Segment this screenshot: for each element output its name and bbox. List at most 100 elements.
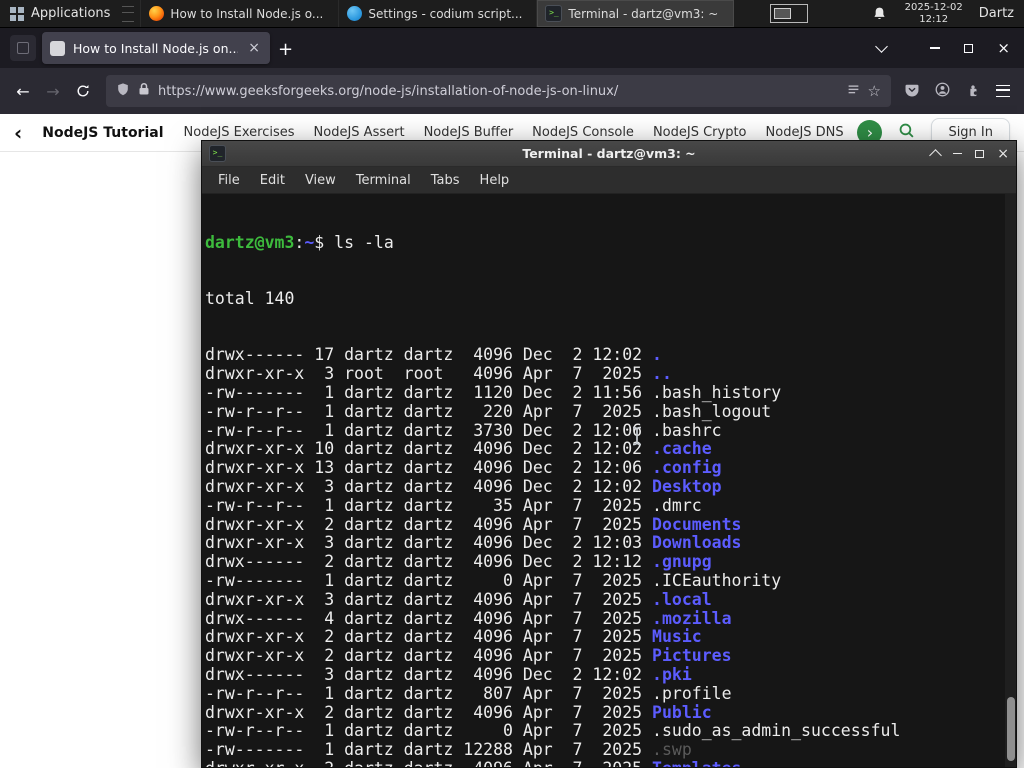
ls-row: -rw-r--r-- 1 dartz dartz 807 Apr 7 2025 … [205,683,1002,704]
ls-row: drwxr-xr-x 13 dartz dartz 4096 Dec 2 12:… [205,458,1002,478]
back-button[interactable]: ← [8,76,38,106]
window-button-icon [347,6,363,21]
new-tab-button[interactable]: + [278,41,293,59]
gfg-nav-link[interactable]: NodeJS Assert [314,125,405,140]
terminal-menu-terminal[interactable]: Terminal [346,173,421,188]
ls-row-filename: .bash_logout [652,401,772,421]
terminal-minimize-button[interactable] [953,152,963,155]
account-icon[interactable] [935,82,950,101]
reader-mode-icon[interactable] [847,83,860,100]
gfg-nav-link[interactable]: NodeJS Buffer [424,125,514,140]
ls-row-fields: drwxr-xr-x 13 dartz dartz 4096 Dec 2 12:… [205,458,653,478]
applications-label: Applications [31,6,111,21]
clock-date: 2025-12-02 [904,2,963,13]
ls-row: drwxr-xr-x 2 dartz dartz 4096 Apr 7 2025… [205,703,1002,723]
ls-row-fields: drwxr-xr-x 2 dartz dartz 4096 Apr 7 2025 [205,759,652,767]
browser-maximize-button[interactable] [964,43,974,53]
ls-row-fields: -rw-r--r-- 1 dartz dartz 807 Apr 7 2025 [205,683,653,703]
tab-close-icon[interactable]: × [246,40,262,56]
ls-row-filename: .gnupg [652,552,712,572]
terminal-title: Terminal - dartz@vm3: ~ [522,146,696,161]
ls-row: drwxr-xr-x 3 dartz dartz 4096 Dec 2 12:0… [205,533,1002,553]
terminal-scrollbar-thumb[interactable] [1006,697,1015,761]
pocket-icon[interactable] [905,82,919,101]
prompt-separator: : [294,232,305,252]
list-all-tabs-icon[interactable] [875,39,889,53]
window-button-codium[interactable]: Settings - codium script... [338,0,536,27]
ls-row: drwxr-xr-x 3 dartz dartz 4096 Apr 7 2025… [205,589,1002,610]
ls-row-filename: .. [652,364,672,384]
terminal-listing: drwx------ 17 dartz dartz 4096 Dec 2 12:… [205,345,1002,767]
tracking-shield-icon[interactable] [116,82,130,101]
gfg-nav-link[interactable]: NodeJS Console [532,125,634,140]
terminal-menu-help[interactable]: Help [470,173,520,188]
ls-row-filename: .sudo_as_admin_successful [652,721,901,741]
terminal-menu-file[interactable]: File [208,173,250,188]
terminal-menu-view[interactable]: View [295,173,346,188]
ls-row: -rw------- 1 dartz dartz 0 Apr 7 2025 .I… [205,570,1002,591]
ls-row-fields: drwxr-xr-x 2 dartz dartz 4096 Apr 7 2025 [205,627,653,647]
terminal-menu-tabs[interactable]: Tabs [421,173,470,188]
gfg-brand-link[interactable]: NodeJS Tutorial [42,125,163,141]
ls-row: drwx------ 3 dartz dartz 4096 Dec 2 12:0… [205,665,1002,685]
ls-row-fields: drwxr-xr-x 2 dartz dartz 4096 Apr 7 2025 [205,514,653,534]
window-button-firefox[interactable]: How to Install Node.js o... [140,0,338,27]
terminal-titlebar[interactable]: Terminal - dartz@vm3: ~ × [202,141,1016,167]
ls-row-filename: Templates [652,759,741,767]
forward-button[interactable]: → [38,76,68,106]
terminal-menu-edit[interactable]: Edit [250,173,295,188]
reload-button[interactable] [68,76,98,106]
gfg-links: NodeJS Exercises NodeJS Assert NodeJS Buff… [184,125,897,140]
ls-row: drwx------ 4 dartz dartz 4096 Apr 7 2025… [205,608,1002,629]
url-text[interactable]: https://www.geeksforgeeks.org/node-js/in… [158,84,839,99]
nav-scroll-left-icon[interactable]: ‹ [14,123,22,143]
terminal-scrollbar[interactable] [1005,194,1016,767]
workspace-switcher[interactable] [769,4,808,23]
gfg-nav-link[interactable]: NodeJS Crypto [653,125,747,140]
gfg-nav-link[interactable]: NodeJS Exercises [184,125,295,140]
extensions-icon[interactable] [966,82,980,101]
browser-close-button[interactable]: × [997,41,1010,56]
url-bar[interactable]: https://www.geeksforgeeks.org/node-js/in… [106,75,891,107]
window-button-terminal[interactable]: Terminal - dartz@vm3: ~ [536,0,735,27]
terminal-close-button[interactable]: × [997,147,1009,161]
panel-clock[interactable]: 2025-12-02 12:12 [905,2,963,25]
gfg-nav-link[interactable]: NodeJS DNS [766,125,844,140]
panel-window-buttons: How to Install Node.js o... Settings - c… [140,0,735,27]
terminal-app-icon [209,145,226,162]
notification-bell-icon[interactable] [872,6,887,22]
window-button-label: How to Install Node.js o... [170,6,324,21]
window-button-icon [149,6,165,21]
menu-icon[interactable] [996,85,1010,97]
terminal-maximize-button[interactable] [975,149,985,158]
ls-row-fields: drwxr-xr-x 3 dartz dartz 4096 Apr 7 2025 [205,589,653,609]
ls-row-filename: .mozilla [652,608,732,628]
ls-row-filename: .ICEauthority [652,570,782,590]
ls-row-fields: -rw------- 1 dartz dartz 1120 Dec 2 11:5… [205,382,653,402]
window-button-label: Settings - codium script... [368,6,523,21]
browser-tab-active[interactable]: How to Install Node.js on... × [42,32,270,64]
ls-row-filename: .profile [652,683,732,703]
terminal-window: Terminal - dartz@vm3: ~ × FileEditViewTe… [201,140,1017,768]
tab-bar: How to Install Node.js on... × + × [0,28,1024,68]
prompt-cwd: ~ [304,232,315,252]
ls-row-fields: -rw-r--r-- 1 dartz dartz 220 Apr 7 2025 [205,401,653,421]
browser-minimize-button[interactable] [930,47,941,49]
tab-title: How to Install Node.js on... [73,40,239,56]
bookmark-star-icon[interactable]: ☆ [868,82,881,100]
applications-menu-button[interactable]: Applications [0,0,120,27]
top-panel: Applications How to Install Node.js o...… [0,0,1024,28]
lock-icon[interactable] [138,82,150,100]
ls-row: -rw-r--r-- 1 dartz dartz 0 Apr 7 2025 .s… [205,721,1002,741]
terminal-body[interactable]: dartz@vm3:~$ ls -la total 140 drwx------… [202,194,1016,767]
firefox-view-icon[interactable] [10,35,36,61]
ls-row: drwxr-xr-x 2 dartz dartz 4096 Apr 7 2025… [205,514,1002,535]
terminal-rollup-button[interactable] [929,148,943,162]
ls-row-filename: .cache [652,439,712,459]
toolbar-right-icons [905,82,1010,101]
terminal-menubar: File Edit View Terminal Tabs Help [202,167,1016,194]
ls-row-filename: Desktop [652,476,722,496]
ls-row-filename: .dmrc [652,495,702,515]
tab-favicon [50,40,65,56]
ls-row: drwxr-xr-x 2 dartz dartz 4096 Apr 7 2025… [205,759,1002,767]
